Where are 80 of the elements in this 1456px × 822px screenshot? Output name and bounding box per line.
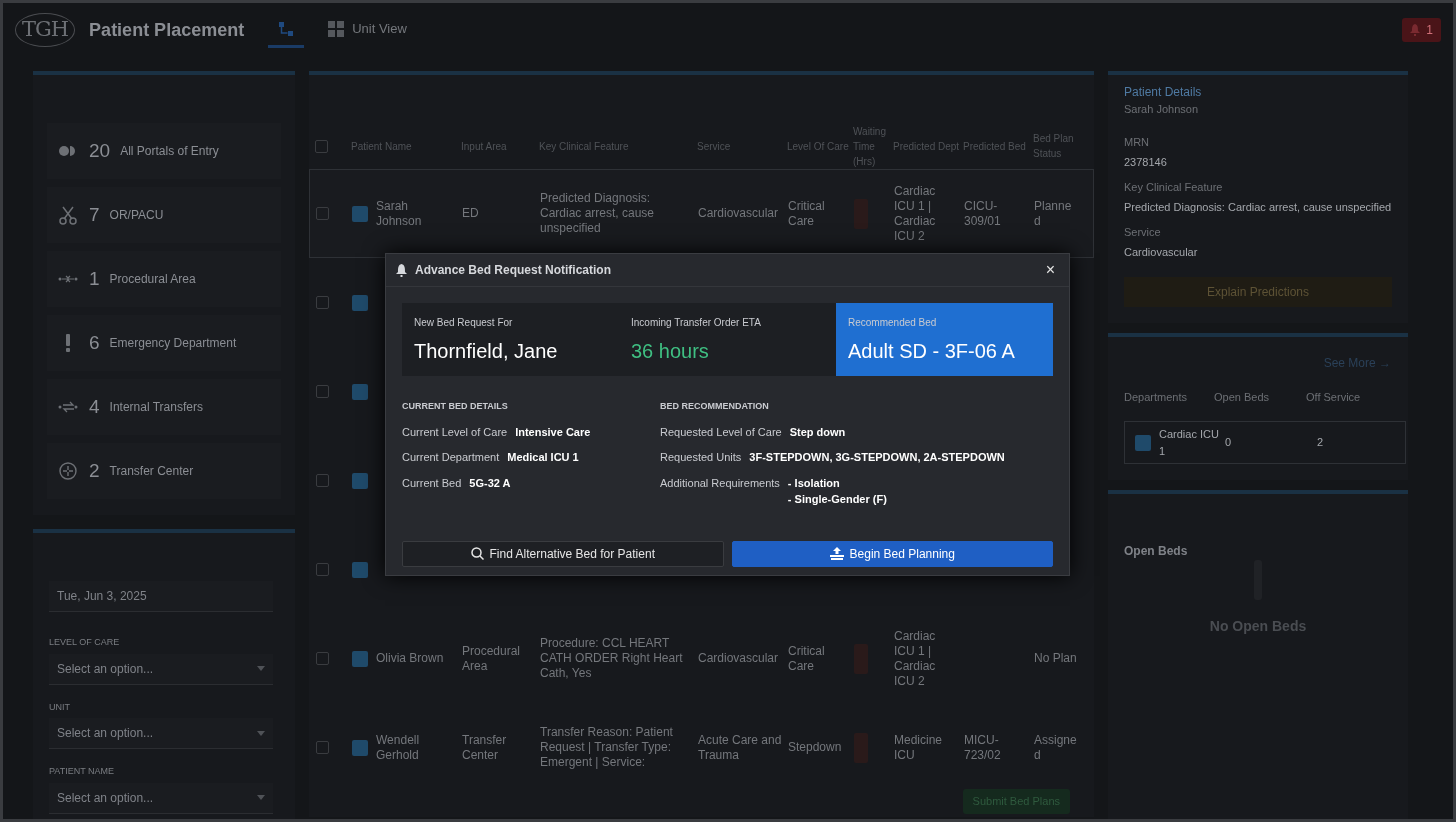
patient-name: Sarah Johnson [1124,102,1199,117]
table-cell-text: Assigned [1034,732,1078,763]
section-heading: BED RECOMMENDATION [660,400,770,413]
detail-label: Current Bed [402,475,462,491]
portal-count: 4 [89,394,100,419]
filter-label: UNIT [49,700,71,714]
portal-count: 2 [89,458,100,483]
table-cell-text: Acute Care and Trauma [698,732,783,763]
stat-label: New Bed Request For [414,316,514,330]
portal-label: All Portals of Entry [120,143,219,160]
portal-count: 7 [89,202,100,227]
table-cell-text: Cardiovascular [698,206,780,221]
table-cell-text: Cardiovascular [698,651,780,666]
column-header: Input Area [461,139,508,154]
detail-value: - Isolation [787,475,841,491]
stat-value: 36 hours [631,339,710,364]
column-header: Open Beds [1214,389,1271,405]
column-header: Off Service [1306,389,1362,405]
table-cell-text: Transfer Center [462,732,508,763]
portal-label: OR/PACU [109,207,164,224]
detail-value: Intensive Care [515,424,591,440]
portal-label: Internal Transfers [109,399,203,416]
detail-label: Additional Requirements [660,475,780,491]
detail-label: Requested Units [660,450,742,465]
table-cell-text: CICU-309/01 [964,198,1002,229]
detail-value: Step down [789,424,846,440]
portal-count: 6 [89,330,100,355]
table-cell-text: Planned [1034,198,1073,229]
field-value: Cardiovascular [1124,245,1199,260]
table-cell-text: ED [462,206,480,221]
table-cell-text: Cardiac ICU 1 | Cardiac ICU 2 [894,628,937,689]
table-cell-text: Transfer Reason: Patient Request | Transfer Type: Emergent | Service: [540,725,674,770]
detail-value: 5G-32 A [469,475,511,491]
stat-value: Adult SD - 3F-06 A [848,339,1016,364]
table-cell-text: Stepdown [788,740,843,755]
field-value: 2378146 [1124,155,1168,170]
table-cell-text: Procedure: CCL HEART CATH ORDER Right Heart Cath, Yes [540,636,684,681]
table-cell-text: Medicine ICU [894,732,944,763]
stat-label: Incoming Transfer Order ETA [631,316,762,330]
filter-label: LEVEL OF CARE [49,636,121,649]
table-cell-text: Predicted Diagnosis: Cardiac arrest, cause unspecified [540,191,656,236]
detail-label: Current Level of Care [402,424,508,440]
portal-label: Transfer Center [109,463,194,480]
portal-label: Emergency Department [109,335,237,352]
column-header: Departments [1124,389,1188,405]
detail-value: 3F-STEPDOWN, 3G-STEPDOWN, 2A-STEPDOWN [749,450,1005,465]
column-header: Predicted Bed [963,139,1027,154]
table-cell-text: Cardiac ICU 1 | Cardiac ICU 2 [894,183,937,244]
section-title: Open Beds [1124,543,1189,560]
stat-value: Thornfield, Jane [414,339,559,364]
stat-label: Recommended Bed [848,316,938,330]
patient-name: Sarah Johnson [376,198,423,229]
filter-label: PATIENT NAME [49,765,115,778]
notification-count: 1 [1426,22,1433,39]
portal-count: 1 [89,266,100,291]
section-heading: CURRENT BED DETAILS [402,400,509,413]
department-name: Cardiac ICU 1 [1159,427,1220,459]
table-cell-text: Critical Care [788,198,826,229]
detail-label: Requested Level of Care [660,424,782,440]
table-cell-text: Procedural Area [462,643,522,674]
table-cell-text: Critical Care [788,643,826,674]
table-cell-text: MICU-723/02 [964,732,1002,763]
table-cell-text: No Plan [1034,651,1078,666]
table-cell-text: 0 [1225,435,1233,451]
modal-title: Advance Bed Request Notification [415,262,612,279]
portal-label: Procedural Area [109,271,196,288]
app-title: Patient Placement [89,18,245,42]
column-header: Patient Name [351,139,413,154]
detail-value: - Single-Gender (F) [787,492,887,507]
field-label: Service [1124,224,1162,240]
patient-name: Wendell Gerhold [376,732,421,763]
field-label: Key Clinical Feature [1124,179,1224,195]
portal-count: 20 [89,138,111,163]
detail-label: Current Department [402,450,500,465]
table-cell-text: 2 [1317,435,1325,451]
panel-title: Patient Details [1124,84,1203,101]
detail-value: Medical ICU 1 [507,450,579,465]
field-value: Predicted Diagnosis: Cardiac arrest, cause unspecified [1124,200,1392,215]
field-label: MRN [1124,134,1151,150]
patient-name: Olivia Brown [376,651,445,666]
